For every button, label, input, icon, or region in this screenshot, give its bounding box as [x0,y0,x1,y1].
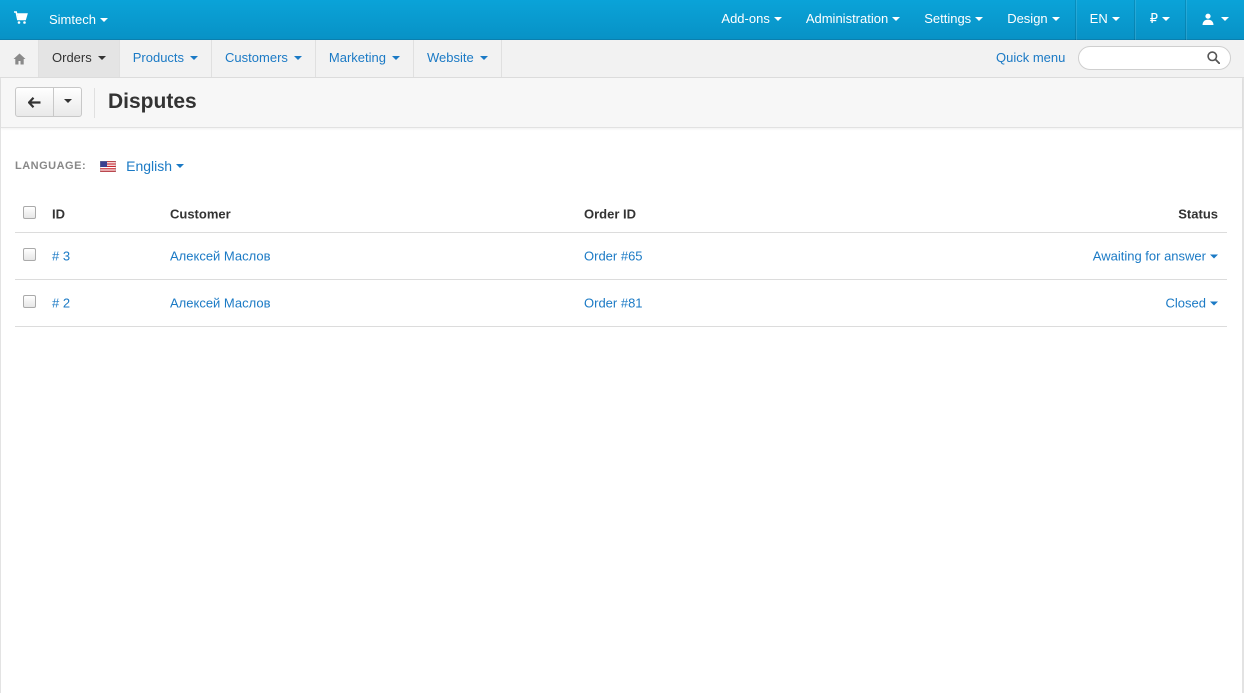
chevron-down-icon [1221,16,1229,21]
customer-link[interactable]: Алексей Маслов [170,249,271,264]
chevron-down-icon [892,16,901,21]
back-button[interactable] [16,88,54,116]
nav-marketing-label: Marketing [328,50,386,65]
row-checkbox[interactable] [23,248,36,261]
chevron-down-icon [1162,16,1170,21]
chevron-down-icon [1111,16,1120,21]
home-button[interactable] [0,40,39,77]
status-dropdown[interactable]: Closed [1166,296,1218,311]
status-dropdown[interactable]: Awaiting for answer [1093,249,1218,264]
top-nav: Add-ons Administration Settings Design E… [709,0,1244,40]
table-header: ID Customer Order ID Status [15,196,1227,233]
nav-website-label: Website [426,50,474,65]
topnav-settings-label: Settings [924,11,972,26]
chevron-down-icon [391,55,400,60]
content-border-left [0,78,1,693]
language-selector: LANGUAGE: English [15,157,185,175]
topnav-user-menu[interactable] [1186,0,1244,40]
search-input[interactable] [1089,47,1209,69]
nav-marketing[interactable]: Marketing [316,40,414,77]
status-label: Awaiting for answer [1092,248,1206,264]
column-header-order-id[interactable]: Order ID [584,207,636,222]
cart-icon[interactable] [13,10,29,26]
chevron-down-icon [63,99,72,103]
chevron-down-icon [176,164,185,169]
back-dropdown-toggle[interactable] [54,88,81,116]
search-box [1078,46,1231,70]
back-button-group [15,87,82,117]
search-icon[interactable] [1207,51,1220,64]
nav-orders[interactable]: Orders [39,40,120,77]
topnav-language[interactable]: EN [1076,0,1134,40]
customer-link[interactable]: Алексей Маслов [170,296,271,311]
chevron-down-icon [975,16,984,21]
row-checkbox[interactable] [23,295,36,308]
order-link[interactable]: Order #81 [584,296,643,311]
chevron-down-icon [773,16,782,21]
title-bar: Disputes [1,78,1242,128]
column-header-customer[interactable]: Customer [170,207,231,222]
column-header-id[interactable]: ID [52,207,65,222]
brand-menu[interactable]: Simtech [49,12,108,27]
language-dropdown[interactable]: English [126,158,185,174]
nav-website[interactable]: Website [414,40,502,77]
quick-menu-link[interactable]: Quick menu [996,50,1065,65]
row-select-cell [23,248,36,264]
divider [94,88,95,118]
topnav-design-label: Design [1007,11,1048,26]
order-link[interactable]: Order #65 [584,249,643,264]
select-all-cell [23,206,36,222]
topnav-language-label: EN [1089,11,1108,26]
chevron-down-icon [1210,254,1218,259]
language-value: English [126,158,173,174]
dispute-id-link[interactable]: # 2 [52,296,70,311]
topnav-administration-label: Administration [805,11,889,26]
brand-label: Simtech [49,12,96,27]
page-title: Disputes [108,90,197,113]
nav-customers[interactable]: Customers [212,40,316,77]
chevron-down-icon [190,55,199,60]
topnav-currency[interactable]: ₽ [1135,0,1185,40]
arrow-left-icon [28,96,41,108]
chevron-down-icon [97,55,106,60]
chevron-down-icon [293,55,302,60]
main-menu: Orders Products Customers Marketing Webs… [39,40,502,77]
user-icon [1202,13,1214,25]
select-all-checkbox[interactable] [23,206,36,219]
main-nav: Orders Products Customers Marketing Webs… [0,40,1244,78]
topnav-currency-label: ₽ [1149,11,1158,26]
topnav-addons-label: Add-ons [721,11,770,26]
topnav-design[interactable]: Design [995,0,1074,40]
nav-products[interactable]: Products [120,40,213,77]
chevron-down-icon [1210,301,1218,306]
top-bar: Simtech Add-ons Administration Settings … [0,0,1244,40]
topnav-addons[interactable]: Add-ons [709,0,793,40]
nav-customers-label: Customers [225,50,288,65]
dispute-id-link[interactable]: # 3 [52,249,70,264]
chevron-down-icon [1051,16,1060,21]
table-row: # 2 Алексей Маслов Order #81 Closed [15,280,1227,327]
status-label: Closed [1165,295,1206,311]
topnav-settings[interactable]: Settings [912,0,995,40]
chevron-down-icon [479,55,488,60]
topnav-administration[interactable]: Administration [794,0,912,40]
nav-products-label: Products [132,50,185,65]
chevron-down-icon [99,17,108,22]
language-label: LANGUAGE: [15,160,87,172]
row-select-cell [23,295,36,311]
nav-orders-label: Orders [52,50,92,65]
column-header-status[interactable]: Status [1178,207,1218,222]
home-icon [13,53,25,64]
us-flag-icon[interactable] [100,160,117,172]
table-row: # 3 Алексей Маслов Order #65 Awaiting fo… [15,233,1227,280]
